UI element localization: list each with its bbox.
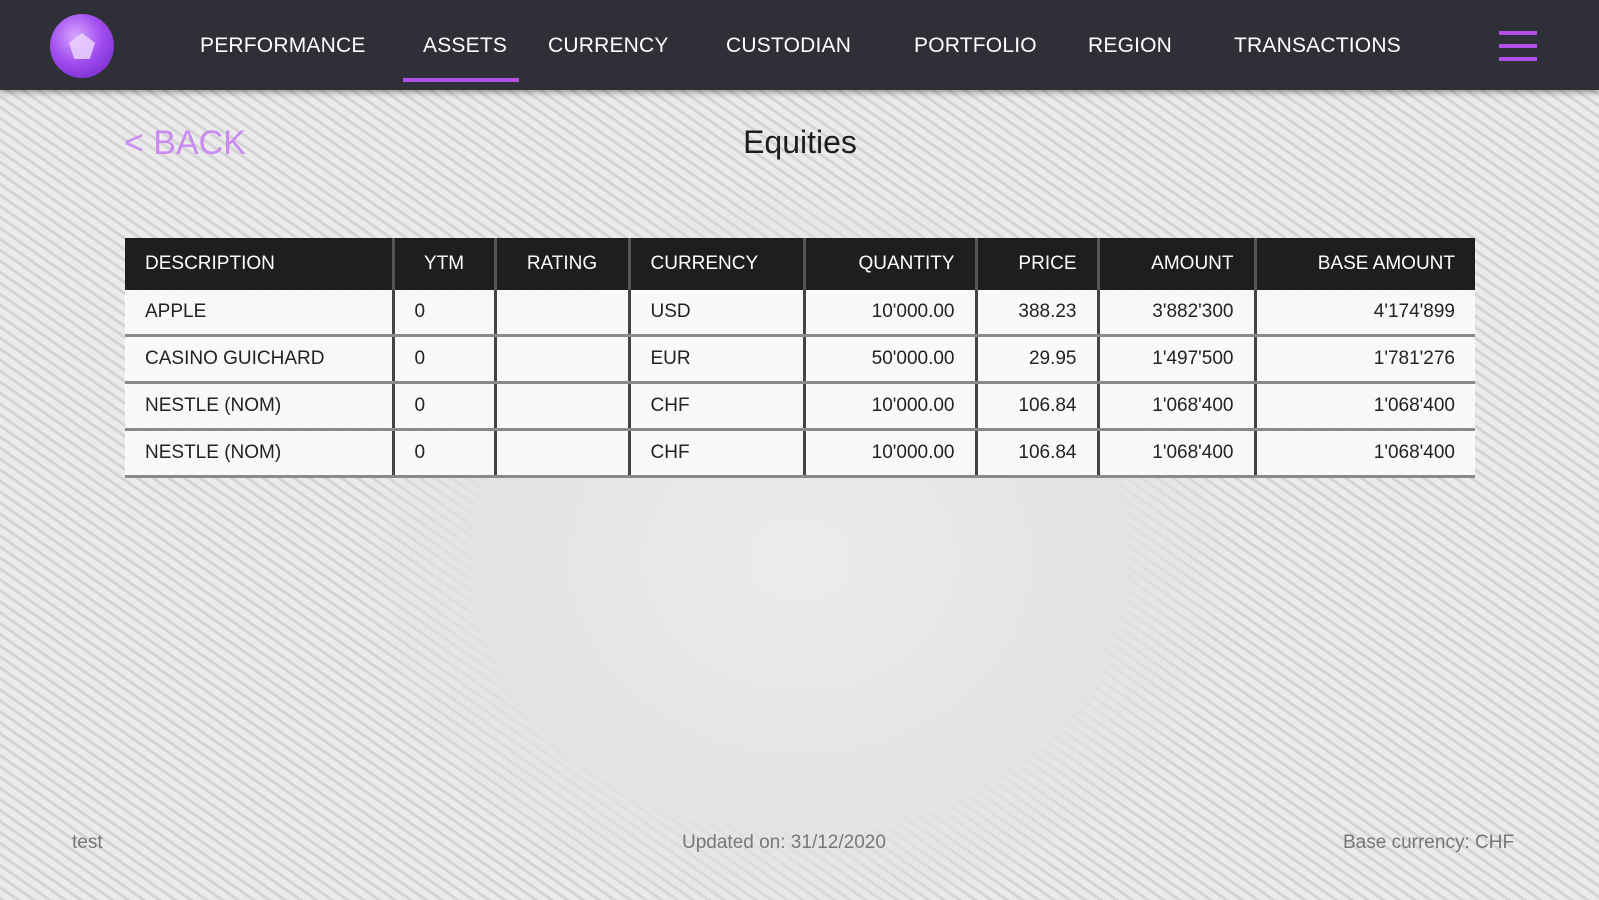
nav-item-assets[interactable]: ASSETS: [423, 34, 507, 58]
column-header-ytm[interactable]: YTM: [393, 238, 497, 290]
active-tab-indicator: [403, 78, 519, 82]
equities-table: DESCRIPTION YTM RATING CURRENCY QUANTITY…: [125, 238, 1475, 478]
cell-description: APPLE: [125, 290, 395, 337]
cell-price: 388.23: [976, 290, 1100, 337]
nav-item-currency[interactable]: CURRENCY: [548, 34, 669, 58]
nav-item-custodian[interactable]: CUSTODIAN: [726, 34, 851, 58]
gem-icon: [69, 33, 95, 59]
back-button[interactable]: < BACK: [124, 124, 246, 163]
column-header-currency[interactable]: CURRENCY: [629, 238, 806, 290]
table-header-row: DESCRIPTION YTM RATING CURRENCY QUANTITY…: [125, 238, 1475, 290]
cell-ytm: 0: [393, 382, 497, 431]
cell-base-amount: 1'068'400: [1255, 429, 1475, 478]
cell-amount: 1'068'400: [1098, 429, 1257, 478]
cell-price: 106.84: [976, 429, 1100, 478]
cell-rating: [495, 290, 631, 337]
table-row[interactable]: NESTLE (NOM) 0 CHF 10'000.00 106.84 1'06…: [125, 382, 1475, 431]
table-row[interactable]: CASINO GUICHARD 0 EUR 50'000.00 29.95 1'…: [125, 335, 1475, 384]
cell-currency: USD: [629, 290, 806, 337]
cell-quantity: 10'000.00: [804, 429, 978, 478]
footer-updated-date: Updated on: 31/12/2020: [682, 832, 886, 853]
cell-quantity: 10'000.00: [804, 382, 978, 431]
column-header-quantity[interactable]: QUANTITY: [804, 238, 978, 290]
cell-quantity: 10'000.00: [804, 290, 978, 337]
nav-item-performance[interactable]: PERFORMANCE: [200, 34, 366, 58]
table-row[interactable]: APPLE 0 USD 10'000.00 388.23 3'882'300 4…: [125, 290, 1475, 337]
cell-base-amount: 4'174'899: [1255, 290, 1475, 337]
table-row[interactable]: NESTLE (NOM) 0 CHF 10'000.00 106.84 1'06…: [125, 429, 1475, 478]
column-header-description[interactable]: DESCRIPTION: [125, 238, 395, 290]
cell-base-amount: 1'068'400: [1255, 382, 1475, 431]
column-header-rating[interactable]: RATING: [495, 238, 631, 290]
cell-amount: 1'497'500: [1098, 335, 1257, 384]
cell-currency: EUR: [629, 335, 806, 384]
cell-price: 29.95: [976, 335, 1100, 384]
cell-rating: [495, 335, 631, 384]
cell-description: CASINO GUICHARD: [125, 335, 395, 384]
cell-ytm: 0: [393, 335, 497, 384]
nav-item-region[interactable]: REGION: [1088, 34, 1172, 58]
cell-description: NESTLE (NOM): [125, 382, 395, 431]
cell-currency: CHF: [629, 382, 806, 431]
footer-user-label: test: [72, 832, 103, 853]
cell-amount: 1'068'400: [1098, 382, 1257, 431]
cell-amount: 3'882'300: [1098, 290, 1257, 337]
column-header-amount[interactable]: AMOUNT: [1098, 238, 1257, 290]
nav-item-portfolio[interactable]: PORTFOLIO: [914, 34, 1037, 58]
app-logo[interactable]: [50, 14, 114, 78]
column-header-price[interactable]: PRICE: [976, 238, 1100, 290]
cell-rating: [495, 382, 631, 431]
page-title: Equities: [743, 124, 857, 160]
cell-description: NESTLE (NOM): [125, 429, 395, 478]
cell-base-amount: 1'781'276: [1255, 335, 1475, 384]
cell-ytm: 0: [393, 290, 497, 337]
cell-rating: [495, 429, 631, 478]
cell-quantity: 50'000.00: [804, 335, 978, 384]
nav-item-transactions[interactable]: TRANSACTIONS: [1234, 34, 1401, 58]
footer-base-currency: Base currency: CHF: [1343, 832, 1515, 853]
cell-ytm: 0: [393, 429, 497, 478]
top-navigation-bar: PERFORMANCE ASSETS CURRENCY CUSTODIAN PO…: [0, 0, 1599, 90]
column-header-base-amount[interactable]: BASE AMOUNT: [1255, 238, 1475, 290]
cell-currency: CHF: [629, 429, 806, 478]
hamburger-menu-icon[interactable]: [1499, 31, 1537, 61]
cell-price: 106.84: [976, 382, 1100, 431]
